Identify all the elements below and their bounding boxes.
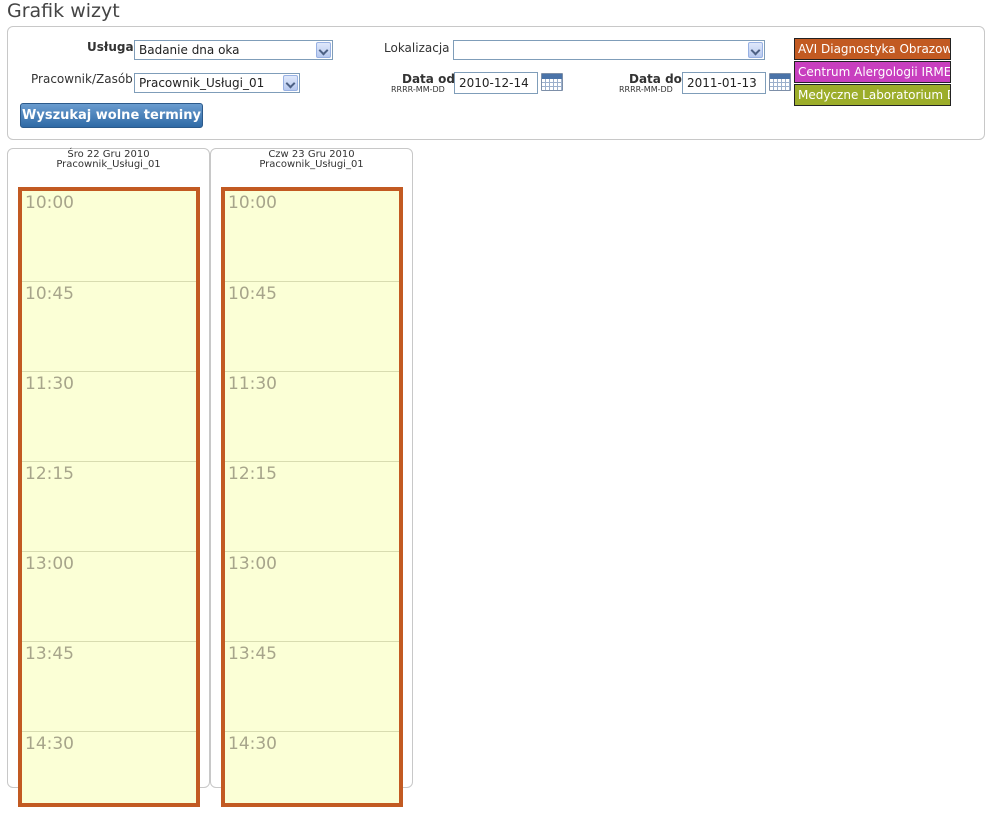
time-slot[interactable]: 10:00 [22, 191, 196, 281]
date-from-label: Data od [402, 72, 455, 86]
chevron-down-icon[interactable] [283, 75, 298, 91]
date-to-format: RRRR-MM-DD [619, 85, 673, 94]
slot-time: 10:00 [25, 193, 74, 213]
page-title: Grafik wizyt [7, 0, 120, 22]
search-free-slots-button[interactable]: Wyszukaj wolne terminy [20, 103, 203, 128]
service-select[interactable]: Badanie dna oka [134, 40, 333, 60]
slot-time: 10:45 [25, 284, 74, 304]
slot-list: 10:00 10:45 11:30 12:15 13:00 13:45 14:3… [221, 187, 403, 807]
time-slot[interactable]: 10:45 [22, 281, 196, 371]
worker-select[interactable]: Pracownik_Usługi_01 [134, 73, 300, 93]
slot-time: 13:00 [25, 554, 74, 574]
time-slot[interactable]: 13:45 [225, 641, 399, 731]
service-select-value: Badanie dna oka [139, 43, 240, 57]
legend-item-laboratorium: Medyczne Laboratorium D [794, 84, 951, 106]
calendar-icon[interactable] [541, 73, 563, 91]
calendar-icon[interactable] [769, 73, 791, 91]
day-column: Czw 23 Gru 2010 Pracownik_Usługi_01 10:0… [210, 148, 413, 807]
slot-time: 14:30 [25, 734, 74, 754]
day-header: Czw 23 Gru 2010 Pracownik_Usługi_01 [211, 150, 412, 170]
search-panel: Usługa Badanie dna oka Pracownik/Zasób P… [7, 26, 985, 140]
time-slot[interactable]: 11:30 [225, 371, 399, 461]
chevron-down-icon[interactable] [748, 42, 763, 58]
slot-time: 12:15 [228, 464, 277, 484]
time-slot[interactable]: 12:15 [22, 461, 196, 551]
slot-time: 11:30 [25, 374, 74, 394]
day-worker: Pracownik_Usługi_01 [56, 159, 161, 170]
chevron-down-icon[interactable] [316, 42, 331, 58]
slot-time: 14:30 [228, 734, 277, 754]
time-slot[interactable]: 11:30 [22, 371, 196, 461]
time-slot[interactable]: 13:00 [225, 551, 399, 641]
slot-time: 11:30 [228, 374, 277, 394]
slot-time: 10:00 [228, 193, 277, 213]
day-worker: Pracownik_Usługi_01 [259, 159, 364, 170]
slot-time: 13:00 [228, 554, 277, 574]
date-from-format: RRRR-MM-DD [391, 85, 445, 94]
legend-item-irmed: Centrum Alergologii IRMED [794, 61, 951, 83]
date-to-label: Data do [629, 72, 682, 86]
worker-select-value: Pracownik_Usługi_01 [139, 76, 265, 90]
date-from-input[interactable]: 2010-12-14 [454, 72, 538, 94]
slot-time: 12:15 [25, 464, 74, 484]
date-to-input[interactable]: 2011-01-13 [682, 72, 766, 94]
time-slot[interactable]: 10:00 [225, 191, 399, 281]
time-slot[interactable]: 14:30 [22, 731, 196, 821]
location-label: Lokalizacja [384, 41, 450, 55]
worker-label: Pracownik/Zasób [31, 72, 133, 86]
service-label: Usługa [87, 40, 134, 54]
slot-time: 10:45 [228, 284, 277, 304]
time-slot[interactable]: 14:30 [225, 731, 399, 821]
legend-item-avi: AVI Diagnostyka Obrazowa [794, 38, 951, 60]
slot-list: 10:00 10:45 11:30 12:15 13:00 13:45 14:3… [18, 187, 200, 807]
day-column: Śro 22 Gru 2010 Pracownik_Usługi_01 10:0… [7, 148, 210, 807]
location-select[interactable] [453, 40, 765, 60]
slot-time: 13:45 [228, 644, 277, 664]
slot-time: 13:45 [25, 644, 74, 664]
time-slot[interactable]: 10:45 [225, 281, 399, 371]
time-slot[interactable]: 13:45 [22, 641, 196, 731]
time-slot[interactable]: 13:00 [22, 551, 196, 641]
day-header: Śro 22 Gru 2010 Pracownik_Usługi_01 [8, 150, 209, 170]
time-slot[interactable]: 12:15 [225, 461, 399, 551]
